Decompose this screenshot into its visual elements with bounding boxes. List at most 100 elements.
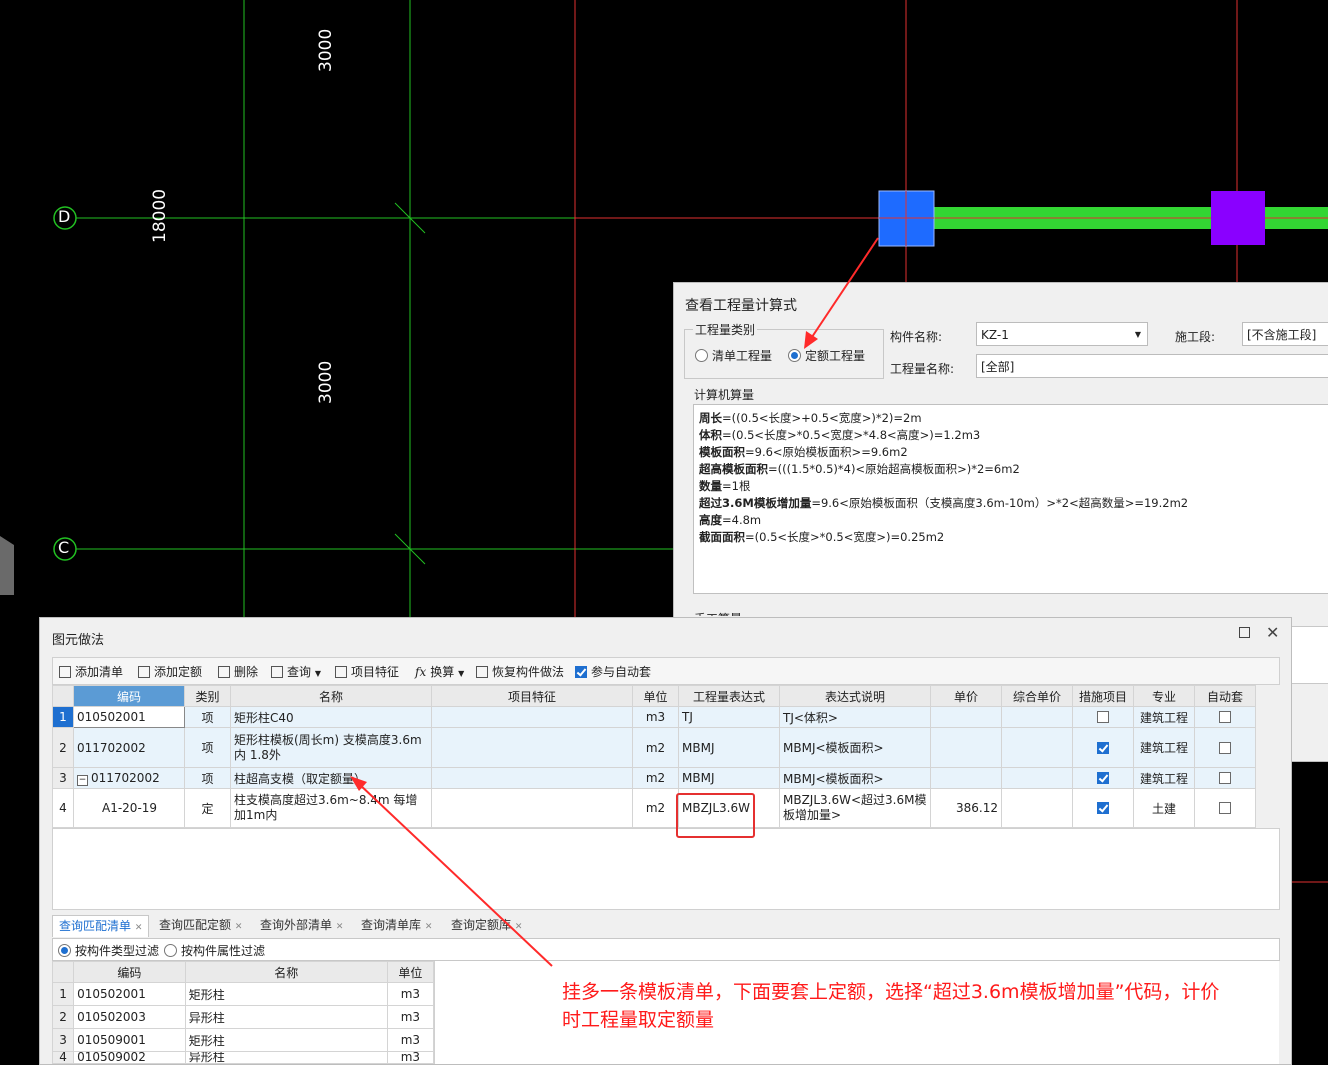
dropdown-arrow-icon: ▼ <box>1134 330 1141 339</box>
formula-line: 模板面积=9.6<原始模板面积>=9.6m2 <box>699 445 908 459</box>
formula-line: 高度=4.8m <box>699 513 762 527</box>
radio-quota-qty[interactable]: 定额工程量 <box>788 347 865 364</box>
delete-button[interactable]: 删除 <box>218 663 258 680</box>
measure-checkbox[interactable] <box>1097 711 1109 723</box>
manual-calc-label: 手工算量 <box>694 608 742 616</box>
radio-list-qty[interactable]: 清单工程量 <box>695 347 772 364</box>
col-header: 工程量表达式 <box>678 685 780 707</box>
col-header: 项目特征 <box>431 685 633 707</box>
formula-line: 数量=1根 <box>699 479 751 493</box>
auto-checkbox[interactable] <box>1219 802 1231 814</box>
group-label: 工程量类别 <box>693 321 758 338</box>
radio-icon[interactable] <box>695 349 708 362</box>
auto-apply-checkbox[interactable]: 参与自动套 <box>575 663 651 680</box>
table-header-row: 编码 名称 单位 <box>51 961 435 983</box>
restore-method-button[interactable]: 恢复构件做法 <box>476 663 564 680</box>
panel-title: 图元做法 <box>52 633 105 648</box>
radio-checked-icon <box>58 944 71 957</box>
close-icon[interactable]: ✕ <box>1266 623 1279 642</box>
measure-checkbox[interactable] <box>1097 802 1109 814</box>
restore-icon <box>476 666 488 678</box>
add-list-icon <box>59 666 71 678</box>
fx-icon: 𝑓x <box>415 665 427 679</box>
side-collapse-handle[interactable] <box>0 536 14 595</box>
manual-calc-area[interactable] <box>1291 626 1328 684</box>
query-icon <box>271 666 283 678</box>
radio-icon <box>164 944 177 957</box>
trash-icon <box>218 666 230 678</box>
item-feature-button[interactable]: 项目特征 <box>335 663 399 680</box>
component-select[interactable]: KZ-1 ▼ <box>976 322 1148 346</box>
qty-category-group: 工程量类别 清单工程量 定额工程量 <box>684 321 884 379</box>
table-header-row: 编码 类别 名称 项目特征 单位 工程量表达式 表达式说明 单价 综合单价 措施… <box>52 685 1256 707</box>
col-header: 类别 <box>184 685 231 707</box>
col-header: 措施项目 <box>1072 685 1134 707</box>
maximize-icon[interactable] <box>1239 627 1250 638</box>
filter-by-type-radio[interactable]: 按构件类型过滤 <box>58 942 159 959</box>
stage-field[interactable]: [不含施工段] <box>1242 322 1328 346</box>
filter-bar: 按构件类型过滤 按构件属性过滤 <box>52 938 1280 961</box>
qty-name-label: 工程量名称: <box>890 362 955 376</box>
method-toolbar: 添加清单 添加定额 删除 查询 ▼ 项目特征 𝑓x 换算 ▼ 恢复构件做法 参与自… <box>52 657 1280 685</box>
table-empty-area <box>52 828 1280 910</box>
table-row[interactable]: 2 011702002 项 矩形柱模板(周长m) 支模高度3.6m内 1.8外 … <box>52 727 1256 768</box>
tab-external-list[interactable]: 查询外部清单 ✕ <box>254 915 349 936</box>
column-purple[interactable] <box>1211 191 1265 245</box>
table-row[interactable]: 3 −011702002 项 柱超高支模（取定额量） m2 MBMJ MBMJ<… <box>52 767 1256 789</box>
formula-line: 超过3.6M模板增加量=9.6<原始模板面积（支模高度3.6m-10m）>*2<… <box>699 496 1189 510</box>
tab-quota-library[interactable]: 查询定额库 ✕ <box>445 915 528 936</box>
dropdown-arrow-icon: ▼ <box>314 669 321 678</box>
component-label: 构件名称: <box>890 330 943 344</box>
annotation-note-line2: 时工程量取定额量 <box>562 1009 715 1031</box>
corner-cell <box>52 685 74 707</box>
radio-checked-icon[interactable] <box>788 349 801 362</box>
formula-textarea[interactable]: 周长=((0.5<长度>+0.5<宽度>)*2)=2m 体积=(0.5<长度>*… <box>693 404 1328 594</box>
feature-icon <box>335 666 347 678</box>
method-table: 编码 类别 名称 项目特征 单位 工程量表达式 表达式说明 单价 综合单价 措施… <box>52 685 1256 828</box>
close-icon: ✕ <box>514 922 523 932</box>
table-row[interactable]: 1 010502001 项 矩形柱C40 m3 TJ TJ<体积> 建筑工程 <box>52 706 1256 728</box>
tab-match-list[interactable]: 查询匹配清单 ✕ <box>52 915 150 937</box>
query-result-empty <box>434 961 1279 1064</box>
formula-line: 截面面积=(0.5<长度>*0.5<宽度>)=0.25m2 <box>699 530 945 544</box>
formula-line: 体积=(0.5<长度>*0.5<宽度>*4.8<高度>)=1.2m3 <box>699 428 981 442</box>
col-header: 自动套 <box>1194 685 1256 707</box>
auto-checkbox[interactable] <box>1219 711 1231 723</box>
computer-calc-label: 计算机算量 <box>694 388 755 402</box>
query-result-table: 编码 名称 单位 1 010502001 矩形柱 m3 2 010502003 异形柱 m3… <box>51 961 435 1064</box>
tab-list-library[interactable]: 查询清单库 ✕ <box>355 915 438 936</box>
stage-label: 施工段: <box>1175 330 1216 344</box>
filter-by-attr-radio[interactable]: 按构件属性过滤 <box>164 942 265 959</box>
table-row[interactable]: 4 010509002 异形柱 m3 <box>51 1051 435 1064</box>
dimension-text: 18000 <box>150 188 170 243</box>
measure-checkbox[interactable] <box>1097 772 1109 784</box>
dropdown-arrow-icon: ▼ <box>458 669 465 678</box>
col-header: 专业 <box>1133 685 1195 707</box>
table-row[interactable]: 2 010502003 异形柱 m3 <box>51 1005 435 1029</box>
col-header: 表达式说明 <box>779 685 931 707</box>
dimension-text: 3000 <box>316 28 336 72</box>
close-icon: ✕ <box>335 922 344 932</box>
annotation-note-line1: 挂多一条模板清单，下面要套上定额，选择“超过3.6m模板增加量”代码，计价 <box>562 981 1220 1003</box>
table-row[interactable]: 3 010509001 矩形柱 m3 <box>51 1028 435 1052</box>
qty-name-field[interactable]: [全部] <box>976 354 1328 378</box>
col-header: 单位 <box>632 685 679 707</box>
tab-match-quota[interactable]: 查询匹配定额 ✕ <box>153 915 248 936</box>
convert-button[interactable]: 𝑓x 换算 ▼ <box>415 663 464 680</box>
collapse-icon[interactable]: − <box>77 774 88 786</box>
add-quota-button[interactable]: 添加定额 <box>138 663 202 680</box>
col-header: 编码 <box>73 685 185 707</box>
col-header: 综合单价 <box>1001 685 1073 707</box>
add-list-button[interactable]: 添加清单 <box>59 663 123 680</box>
table-row[interactable]: 4 A1-20-19 定 柱支模高度超过3.6m~8.4m 每增加1m内 m2 … <box>52 788 1256 828</box>
formula-line: 超高模板面积=(((1.5*0.5)*4)<原始超高模板面积>)*2=6m2 <box>699 462 1020 476</box>
checkbox-checked-icon <box>575 666 587 678</box>
auto-checkbox[interactable] <box>1219 741 1231 754</box>
table-row[interactable]: 1 010502001 矩形柱 m3 <box>51 982 435 1006</box>
auto-checkbox[interactable] <box>1219 772 1231 784</box>
add-quota-icon <box>138 666 150 678</box>
col-header: 名称 <box>230 685 432 707</box>
query-button[interactable]: 查询 ▼ <box>271 663 321 680</box>
close-icon: ✕ <box>234 922 243 932</box>
measure-checkbox[interactable] <box>1097 741 1109 754</box>
